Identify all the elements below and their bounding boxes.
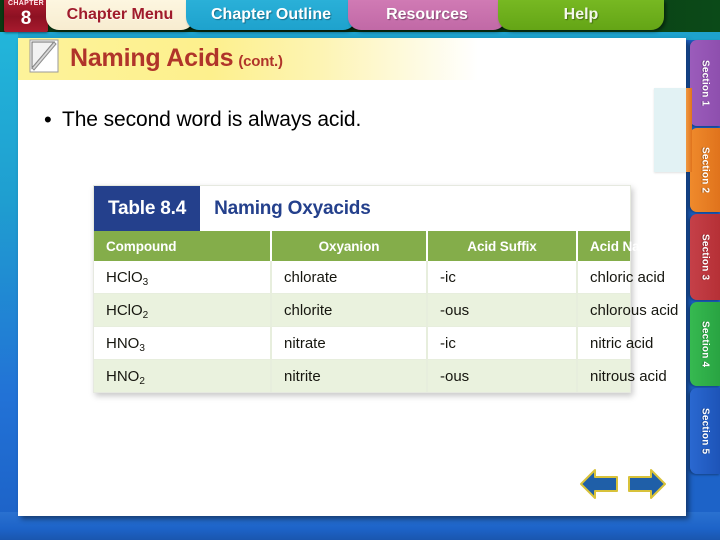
section-tab-2[interactable]: Section 2: [690, 128, 720, 212]
column-header-compound: Compound: [94, 231, 272, 261]
section-tab-3-label: Section 3: [699, 233, 711, 281]
slide-navigation: [578, 466, 668, 502]
tab-chapter-outline[interactable]: Chapter Outline: [186, 0, 356, 30]
section-tab-4[interactable]: Section 4: [690, 302, 720, 386]
table-title: Naming Oxyacids: [214, 197, 371, 219]
table-row: HNO3 nitrate -ic nitric acid: [94, 326, 653, 360]
previous-slide-arrow-icon[interactable]: [578, 466, 620, 502]
presentation-slide: CHAPTER 8 Chapter Menu Chapter Outline R…: [0, 0, 720, 540]
chapter-badge: CHAPTER 8: [4, 0, 48, 32]
section-tab-3[interactable]: Section 3: [690, 214, 720, 300]
bullet-list: • The second word is always acid.: [44, 106, 644, 134]
column-header-acid-suffix: Acid Suffix: [427, 231, 578, 261]
section-tab-5[interactable]: Section 5: [690, 388, 720, 474]
column-header-acid-name: Acid Name: [577, 231, 659, 261]
cell-compound: HClO2: [94, 293, 272, 327]
table-header-row: Compound Oxyanion Acid Suffix Acid Name: [94, 231, 659, 261]
bullet-item-text: The second word is always acid.: [62, 108, 362, 131]
page-title-text: Naming Acids: [70, 44, 234, 72]
cell-acid-name: nitric acid: [577, 326, 653, 360]
section-tab-4-label: Section 4: [699, 320, 711, 368]
cell-compound: HNO3: [94, 326, 272, 360]
cell-acid-name: nitrous acid: [577, 359, 667, 392]
bullet-marker-icon: •: [44, 107, 52, 132]
tab-chapter-menu[interactable]: Chapter Menu: [46, 0, 194, 30]
section-tab-5-label: Section 5: [699, 407, 711, 455]
table-row: HClO2 chlorite -ous chlorous acid: [94, 293, 678, 327]
column-header-oxyanion: Oxyanion: [271, 231, 428, 261]
bottom-accent-bar: [0, 512, 720, 540]
cell-acid-suffix: -ous: [427, 293, 578, 327]
cell-acid-name: chlorous acid: [577, 293, 678, 327]
section-2-active-edge: [686, 88, 692, 172]
oxyacids-table: Table 8.4 Naming Oxyacids Compound Oxyan…: [93, 185, 678, 393]
top-navigation-bar: CHAPTER 8 Chapter Menu Chapter Outline R…: [0, 0, 720, 32]
page-title-continued: (cont.): [238, 53, 283, 70]
cell-oxyanion: nitrate: [271, 326, 428, 360]
section-2-flyout-panel: [654, 88, 690, 172]
slide-content-area: Naming Acids (cont.) • The second word is…: [18, 38, 686, 516]
table-row: HNO2 nitrite -ous nitrous acid: [94, 359, 667, 392]
table-row: HClO3 chlorate -ic chloric acid: [94, 261, 665, 294]
cell-oxyanion: chlorate: [271, 261, 428, 294]
cell-oxyanion: chlorite: [271, 293, 428, 327]
section-tab-1[interactable]: Section 1: [690, 40, 720, 126]
cell-oxyanion: nitrite: [271, 359, 428, 392]
tab-resources[interactable]: Resources: [348, 0, 506, 30]
cell-compound: HClO3: [94, 261, 272, 294]
table-body: HClO3 chlorate -ic chloric acid HClO2 chlorit…: [94, 261, 678, 392]
chapter-badge-number: 8: [20, 8, 32, 29]
tab-help[interactable]: Help: [498, 0, 664, 30]
section-tab-2-label: Section 2: [699, 146, 711, 194]
left-accent-rail: [0, 30, 18, 518]
cell-acid-name: chloric acid: [577, 261, 665, 294]
cell-acid-suffix: -ic: [427, 326, 578, 360]
oxyacids-data-table: Compound Oxyanion Acid Suffix Acid Name …: [94, 231, 678, 392]
cell-acid-suffix: -ous: [427, 359, 578, 392]
section-tab-1-label: Section 1: [699, 59, 711, 107]
next-slide-arrow-icon[interactable]: [626, 466, 668, 502]
cell-compound: HNO2: [94, 359, 272, 392]
page-title: Naming Acids (cont.): [70, 44, 283, 73]
table-number-tag: Table 8.4: [94, 186, 201, 231]
table-caption: Table 8.4 Naming Oxyacids: [94, 186, 630, 231]
cell-acid-suffix: -ic: [427, 261, 578, 294]
page-turn-icon[interactable]: [24, 38, 64, 76]
